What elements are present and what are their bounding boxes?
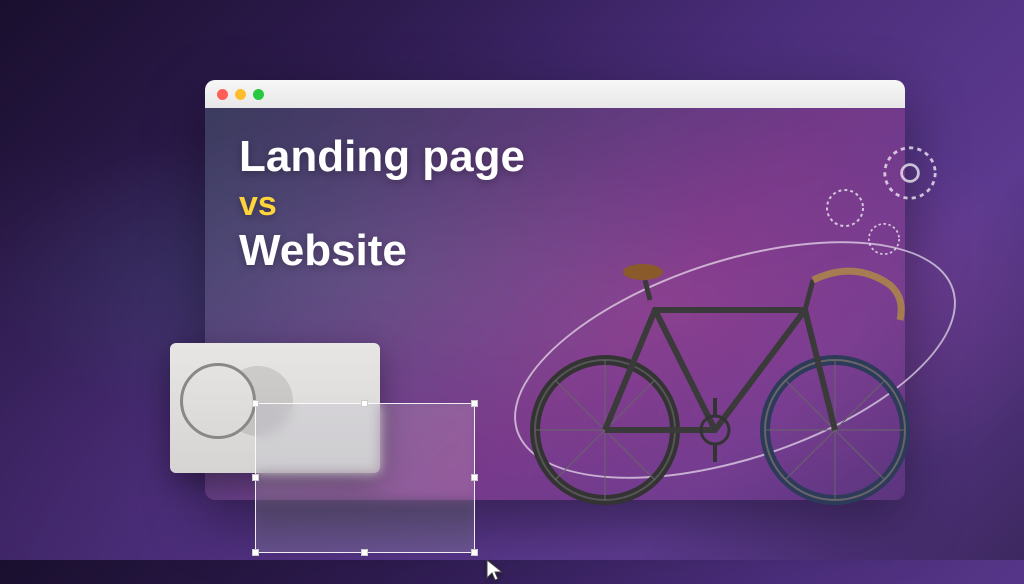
headline-line1: Landing page bbox=[239, 132, 525, 181]
resize-handle[interactable] bbox=[252, 549, 259, 556]
maximize-icon[interactable] bbox=[253, 89, 264, 100]
resize-handle[interactable] bbox=[471, 549, 478, 556]
headline-line2: Website bbox=[239, 226, 407, 275]
resize-handle[interactable] bbox=[361, 549, 368, 556]
cursor-icon bbox=[485, 558, 505, 584]
resize-handle[interactable] bbox=[252, 474, 259, 481]
browser-window-mockup: Landing page vs Website bbox=[205, 80, 905, 500]
resize-handle[interactable] bbox=[252, 400, 259, 407]
minimize-icon[interactable] bbox=[235, 89, 246, 100]
bicycle-icon bbox=[495, 210, 935, 510]
resize-handle[interactable] bbox=[471, 474, 478, 481]
window-content: Landing page vs Website bbox=[205, 108, 905, 500]
close-icon[interactable] bbox=[217, 89, 228, 100]
resize-handle[interactable] bbox=[361, 400, 368, 407]
selection-box[interactable] bbox=[255, 403, 475, 553]
resize-handle[interactable] bbox=[471, 400, 478, 407]
gear-icon bbox=[875, 138, 945, 208]
window-titlebar bbox=[205, 80, 905, 108]
